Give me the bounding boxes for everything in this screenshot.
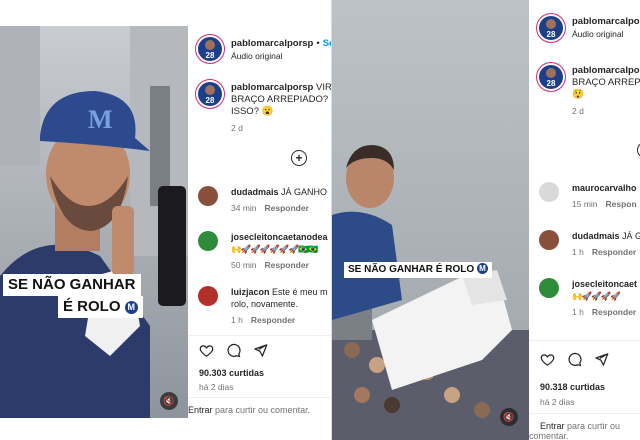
commenter-avatar[interactable] xyxy=(198,186,218,206)
right-post-header: 28 pablomarcalporsp Áudio original xyxy=(539,14,640,42)
left-overlay-caption-2: É ROLO M xyxy=(58,296,143,318)
caption-line-3: ISSO? 😮 xyxy=(231,106,274,117)
caption-username[interactable]: pablomarcalporsp xyxy=(231,82,313,93)
m-badge-icon: M xyxy=(476,263,488,274)
overlay-text: SE NÃO GANHAR É ROLO xyxy=(348,264,475,275)
overlay-line-2: É ROLO xyxy=(63,298,121,315)
caption-line-1: VIRA xyxy=(316,82,332,93)
svg-text:M: M xyxy=(88,105,113,134)
comment-username[interactable]: dudadmais xyxy=(572,231,620,241)
overlay-line-1: SE NÃO GANHAR xyxy=(8,276,136,293)
comment-username[interactable]: josecleitoncaet xyxy=(572,278,637,290)
comment-item: josecleitoncaet 🙌🚀🚀🚀🚀 1 h Responder xyxy=(539,278,640,318)
divider xyxy=(188,335,332,336)
right-overlay-caption: SE NÃO GANHAR É ROLO M xyxy=(344,262,492,278)
audio-label[interactable]: Áudio original xyxy=(572,28,640,40)
follow-button[interactable]: Se xyxy=(323,38,332,49)
heart-icon[interactable] xyxy=(199,343,214,358)
right-video-frame xyxy=(332,0,529,440)
comment-item: maurocarvalho 15 min Respon xyxy=(539,182,640,210)
comment-username[interactable]: luizjacon xyxy=(231,287,270,297)
username-link[interactable]: pablomarcalporsp xyxy=(231,38,313,49)
left-video-player[interactable]: M SE NÃO GANHAR É ROLO M 🔇 xyxy=(0,26,188,418)
share-icon[interactable] xyxy=(594,352,609,367)
avatar-icon[interactable]: 28 xyxy=(198,37,222,61)
share-icon[interactable] xyxy=(253,343,268,358)
post-date: há 2 dias xyxy=(199,382,234,392)
login-link[interactable]: Entrar xyxy=(188,405,213,415)
likes-count[interactable]: 90.318 curtidas xyxy=(540,382,605,392)
caption-time: 2 d xyxy=(572,106,584,116)
caption-line-3: 😲 xyxy=(572,89,584,100)
comment-username[interactable]: maurocarvalho xyxy=(572,182,637,194)
left-post-header: 28 pablomarcalporsp • Se Áudio original xyxy=(198,35,332,63)
audio-label[interactable]: Áudio original xyxy=(231,50,332,62)
avatar-icon[interactable]: 28 xyxy=(198,82,222,106)
comment-item: dudadmais JÁ G 1 h Responder xyxy=(539,230,640,258)
reply-button[interactable]: Responder xyxy=(265,203,309,213)
likes-count[interactable]: 90.303 curtidas xyxy=(199,368,264,378)
comment-item: dudadmais JÁ GANHO 34 min Responder xyxy=(198,186,332,214)
commenter-avatar[interactable] xyxy=(539,278,559,298)
reply-button[interactable]: Responder xyxy=(251,315,295,325)
right-caption: 28 pablomarcalporsp BRAÇO ARREPIA 😲 2 d xyxy=(539,65,640,117)
left-caption: 28 pablomarcalporsp VIRA BRAÇO ARREPIADO… xyxy=(198,82,332,134)
left-sidebar: 28 pablomarcalporsp • Se Áudio original 28… xyxy=(188,0,332,440)
comment-item: josecleitoncaetanodea 🙌🚀🚀🚀🚀🚀🚀🇧🇷🇧🇷 50 min… xyxy=(198,231,332,271)
reply-button[interactable]: Responder xyxy=(592,307,636,317)
reply-button[interactable]: Respon xyxy=(606,199,637,209)
comment-item: luizjacon Este é meu m rolo, novamente. … xyxy=(198,286,332,326)
username-link[interactable]: pablomarcalporsp xyxy=(572,16,640,28)
right-sidebar: 28 pablomarcalporsp Áudio original 28 pa… xyxy=(529,0,640,440)
mute-icon[interactable]: 🔇 xyxy=(500,408,518,426)
reply-button[interactable]: Responder xyxy=(265,260,309,270)
comment-icon[interactable] xyxy=(567,352,582,367)
caption-username[interactable]: pablomarcalporsp xyxy=(572,65,640,77)
commenter-avatar[interactable] xyxy=(539,182,559,202)
comment-username[interactable]: dudadmais xyxy=(231,187,279,197)
heart-icon[interactable] xyxy=(540,352,555,367)
add-comment-icon[interactable]: + xyxy=(291,150,307,166)
login-link[interactable]: Entrar xyxy=(540,421,565,431)
m-badge-icon: M xyxy=(124,301,138,314)
divider xyxy=(529,340,640,341)
comment-bar: Entrar para curtir ou comentar. xyxy=(188,397,332,415)
right-video-player[interactable]: SE NÃO GANHAR É ROLO M 🔇 xyxy=(332,0,529,440)
comment-icon[interactable] xyxy=(226,343,241,358)
right-action-bar xyxy=(540,352,609,367)
avatar-icon[interactable]: 28 xyxy=(539,65,563,89)
left-video-frame: M xyxy=(0,26,188,418)
commenter-avatar[interactable] xyxy=(198,231,218,251)
right-post-panel: SE NÃO GANHAR É ROLO M 🔇 28 pablomarcalp… xyxy=(332,0,640,440)
comment-bar: Entrar para curtir ou comentar. xyxy=(529,413,640,440)
reply-button[interactable]: Responder xyxy=(592,247,636,257)
commenter-avatar[interactable] xyxy=(539,230,559,250)
caption-line-2: BRAÇO ARREPIA xyxy=(572,77,640,88)
avatar-icon[interactable]: 28 xyxy=(539,16,563,40)
comment-username[interactable]: josecleitoncaetanodea xyxy=(231,231,328,243)
mute-icon[interactable]: 🔇 xyxy=(160,392,178,410)
left-overlay-caption: SE NÃO GANHAR xyxy=(3,274,141,296)
post-date: há 2 dias xyxy=(540,397,575,407)
commenter-avatar[interactable] xyxy=(198,286,218,306)
caption-line-2: BRAÇO ARREPIADO? C xyxy=(231,94,332,105)
caption-time: 2 d xyxy=(231,123,243,133)
left-post-panel: M SE NÃO GANHAR É ROLO M 🔇 28 pablomarca… xyxy=(0,0,332,440)
left-action-bar xyxy=(199,343,268,358)
